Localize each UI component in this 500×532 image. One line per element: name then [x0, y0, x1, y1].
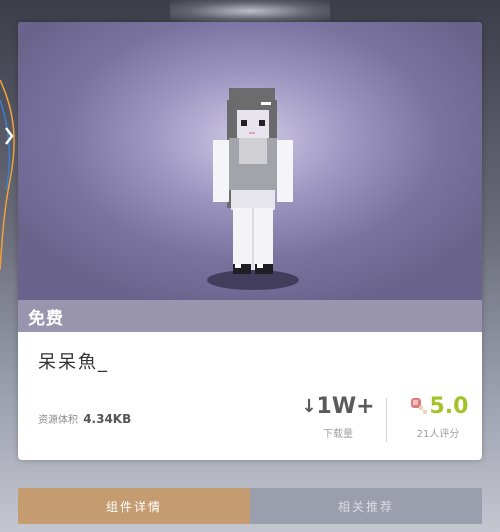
download-stat: ↓1W+ 下载量	[298, 393, 378, 440]
resource-size-value: 4.34KB	[83, 412, 132, 426]
rating-stat: 5.0 21人评分	[394, 393, 482, 440]
skin-model-image	[207, 88, 299, 290]
download-count: 1W+	[316, 394, 375, 419]
stat-divider	[386, 398, 387, 442]
price-bar: 免费	[18, 300, 482, 332]
price-badge: 免费	[28, 309, 64, 329]
rating-score: 5.0	[429, 394, 469, 419]
skin-title: 呆呆魚_	[38, 352, 109, 373]
detail-tabs: 组件详情 相关推荐	[18, 488, 482, 524]
download-label: 下载量	[323, 429, 353, 440]
background-glow	[170, 0, 330, 22]
skin-detail-card: 免费 呆呆魚_ 资源体积 4.34KB ↓1W+ 下载量 5.0 21人评分	[18, 22, 482, 460]
meat-icon	[410, 398, 427, 414]
rating-count-label: 21人评分	[416, 429, 460, 440]
skin-preview[interactable]	[18, 22, 482, 300]
download-arrow-icon: ↓	[301, 396, 317, 417]
resource-size-label: 资源体积	[38, 415, 78, 426]
resource-size: 资源体积 4.34KB	[38, 411, 131, 426]
tab-related-recommendations[interactable]: 相关推荐	[250, 488, 482, 524]
tab-component-details[interactable]: 组件详情	[18, 488, 250, 524]
carousel-prev-arrow-icon[interactable]	[0, 70, 20, 280]
